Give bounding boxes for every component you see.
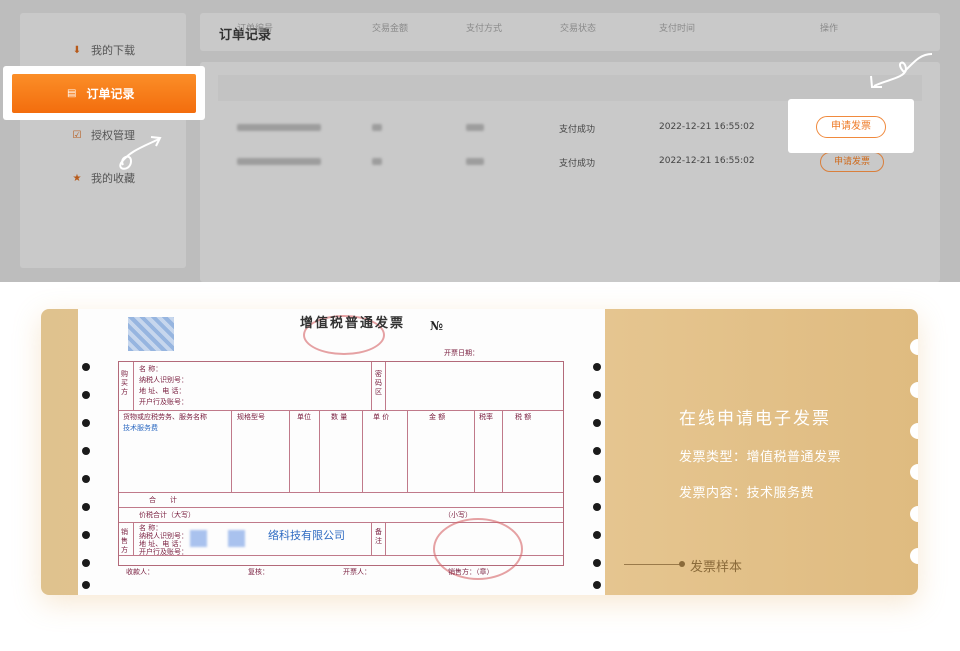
- buyer-taxid-label: 纳税人识别号：: [139, 376, 188, 384]
- seller-company-name: 络科技有限公司: [268, 529, 345, 542]
- invoice-code-blurred: [128, 317, 174, 351]
- curved-arrow-icon: [870, 53, 933, 88]
- ticket-notch: [910, 339, 918, 355]
- ticket-notch: [910, 548, 918, 564]
- order-status: 支付成功: [559, 125, 596, 135]
- ticket-notch: [910, 423, 918, 439]
- column-amount: 交易金额: [372, 24, 409, 34]
- footer-reviewer: 复核：: [248, 568, 269, 576]
- invoice-type-line: 发票类型：增值税普通发票: [679, 450, 842, 465]
- items-header-amount: 金 额: [429, 413, 446, 421]
- footer-issuer: 开票人：: [343, 568, 371, 576]
- seller-side-label: 销售方: [121, 528, 128, 554]
- items-header-tax: 税 额: [515, 413, 532, 421]
- order-pay-time: 2022-12-21 16:55:02: [659, 122, 755, 132]
- column-order-id: 订单编号: [237, 24, 274, 34]
- sidebar-item-downloads[interactable]: ⬇ 我的下载: [20, 38, 186, 62]
- order-table-panel: [200, 62, 940, 282]
- items-header-taxrate: 税率: [479, 413, 493, 421]
- invoice-content-line: 发票内容：技术服务费: [679, 486, 815, 501]
- sample-pointer-dot: [679, 561, 685, 567]
- apply-invoice-button[interactable]: 申请发票: [820, 152, 884, 172]
- ticket-notch: [910, 464, 918, 480]
- items-header-qty: 数 量: [331, 413, 348, 421]
- remark-label: 备注: [375, 528, 382, 545]
- perforation: [81, 309, 91, 595]
- cipher-area-label: 密码区: [375, 370, 382, 396]
- payment-method-blurred: [466, 124, 484, 131]
- footer-payee: 收款人：: [126, 568, 154, 576]
- action-highlight: 申请发票: [788, 99, 914, 153]
- item-name: 技术服务费: [123, 424, 158, 432]
- apply-invoice-button[interactable]: 申请发票: [816, 116, 886, 138]
- invoice-date-label: 开票日期：: [444, 349, 479, 357]
- buyer-bank-label: 开户行及账号：: [139, 398, 188, 406]
- seller-bank-label: 开户行及账号：: [139, 548, 188, 556]
- order-page-screenshot: ⬇ 我的下载 ☑ 授权管理 ★ 我的收藏 订单记录 订单编号 交易金额 支付方式: [0, 0, 960, 282]
- order-pay-time: 2022-12-21 16:55:02: [659, 156, 755, 166]
- redacted-block: [190, 530, 207, 547]
- buyer-side-label: 购买方: [121, 370, 128, 396]
- sidebar-item-label: 我的下载: [91, 44, 135, 57]
- amount-blurred: [372, 158, 382, 165]
- total-label: 合 计: [149, 496, 177, 504]
- perforation: [592, 309, 602, 595]
- buyer-address-label: 地 址、电 话：: [139, 387, 186, 395]
- items-header-name: 货物或应税劳务、服务名称: [123, 413, 207, 421]
- download-icon: ⬇: [72, 44, 82, 56]
- table-header: [218, 75, 922, 101]
- payment-method-blurred: [466, 158, 484, 165]
- sidebar-item-orders[interactable]: ▤ 订单记录: [12, 74, 196, 113]
- items-header-spec: 规格型号: [237, 413, 265, 421]
- invoice-sample-image: 增值税普通发票 № 开票日期： 购买方 名 称： 纳税人识别号： 地 址、电 话…: [78, 309, 605, 595]
- page-root: ⬇ 我的下载 ☑ 授权管理 ★ 我的收藏 订单记录 订单编号 交易金额 支付方式: [0, 0, 960, 651]
- document-icon: ▤: [67, 88, 77, 99]
- column-status: 交易状态: [560, 24, 597, 34]
- column-payment-method: 支付方式: [466, 24, 503, 34]
- curved-arrow-icon: [119, 136, 162, 170]
- invoice-number-prefix: №: [430, 319, 444, 333]
- check-square-icon: ☑: [72, 129, 82, 141]
- redacted-block: [228, 530, 245, 547]
- items-header-price: 单 价: [373, 413, 390, 421]
- buyer-name-label: 名 称：: [139, 365, 163, 373]
- column-action: 操作: [820, 24, 839, 34]
- items-header-unit: 单位: [297, 413, 311, 421]
- active-item-highlight: ▤ 订单记录: [3, 66, 205, 120]
- sample-label: 发票样本: [690, 560, 743, 575]
- order-id-blurred: [237, 124, 321, 131]
- banner-title: 在线申请电子发票: [679, 409, 831, 429]
- sidebar: ⬇ 我的下载 ☑ 授权管理 ★ 我的收藏: [20, 13, 186, 268]
- order-status: 支付成功: [559, 159, 596, 169]
- amount-blurred: [372, 124, 382, 131]
- invoice-title: 增值税普通发票: [300, 316, 406, 331]
- ticket-notch: [910, 506, 918, 522]
- order-id-blurred: [237, 158, 321, 165]
- footer-seller-seal: 销售方：（章）: [448, 568, 494, 576]
- amount-words-label: 价税合计（大写）: [139, 511, 195, 519]
- column-pay-time: 支付时间: [659, 24, 696, 34]
- sidebar-item-label: 订单记录: [86, 87, 135, 101]
- ticket-notch: [910, 382, 918, 398]
- sample-pointer-line: [624, 564, 680, 565]
- star-icon: ★: [72, 172, 82, 184]
